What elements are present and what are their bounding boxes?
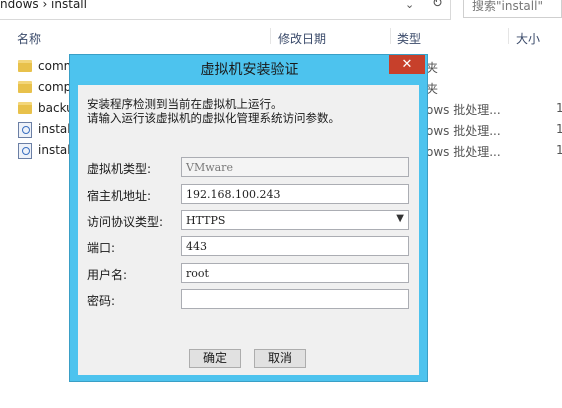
- file-size: 1: [556, 143, 562, 157]
- host-address-field[interactable]: 192.168.100.243: [181, 184, 409, 204]
- file-type: ows 批处理...: [426, 124, 501, 138]
- file-type: ows 批处理...: [426, 145, 501, 159]
- column-header-size[interactable]: 大小: [516, 30, 540, 47]
- batch-file-icon: [18, 143, 32, 159]
- folder-icon: [18, 81, 32, 93]
- column-header-name[interactable]: 名称: [17, 30, 41, 47]
- protocol-value: HTTPS: [186, 214, 226, 227]
- dialog-body: 安装程序检测到当前在虚拟机上运行。 请输入运行该虚拟机的虚拟化管理系统访问参数。…: [78, 85, 419, 375]
- port-label: 端口:: [87, 241, 116, 255]
- folder-icon: [18, 102, 32, 114]
- password-label: 密码:: [87, 294, 116, 308]
- column-header-type[interactable]: 类型: [397, 30, 421, 47]
- file-size: 1: [556, 122, 562, 136]
- column-divider[interactable]: [508, 28, 509, 44]
- vm-verification-dialog: 虚拟机安装验证 ✕ 安装程序检测到当前在虚拟机上运行。 请输入运行该虚拟机的虚拟…: [69, 54, 428, 382]
- file-type: ows 批处理...: [426, 103, 501, 117]
- username-label: 用户名:: [87, 268, 128, 282]
- address-path: ndows › install: [0, 0, 87, 11]
- info-message-line-2: 请输入运行该虚拟机的虚拟化管理系统访问参数。: [87, 111, 340, 125]
- file-name: instal: [38, 143, 71, 157]
- vm-type-field: VMware: [181, 157, 409, 177]
- column-header-modified[interactable]: 修改日期: [278, 30, 326, 47]
- ok-button[interactable]: 确定: [189, 349, 241, 368]
- search-placeholder: 搜索"install": [472, 0, 543, 13]
- close-button[interactable]: ✕: [389, 55, 425, 74]
- address-bar[interactable]: ndows › install ⌄ ↻: [0, 0, 451, 20]
- column-divider[interactable]: [270, 28, 271, 44]
- password-field[interactable]: [181, 289, 409, 309]
- batch-file-icon: [18, 122, 32, 138]
- username-field[interactable]: root: [181, 263, 409, 283]
- search-input[interactable]: 搜索"install": [463, 0, 562, 18]
- folder-icon: [18, 60, 32, 72]
- file-name: comp: [38, 80, 72, 94]
- protocol-label: 访问协议类型:: [87, 215, 164, 229]
- column-divider[interactable]: [390, 28, 391, 44]
- chevron-down-icon[interactable]: ⌄: [405, 0, 414, 11]
- port-field[interactable]: 443: [181, 236, 409, 256]
- chevron-down-icon[interactable]: ▼: [396, 213, 404, 224]
- protocol-select[interactable]: HTTPS ▼: [181, 210, 409, 230]
- dialog-title: 虚拟机安装验证: [200, 62, 299, 78]
- host-address-label: 宿主机地址:: [87, 189, 152, 203]
- cancel-button[interactable]: 取消: [254, 349, 306, 368]
- refresh-icon[interactable]: ↻: [432, 0, 443, 11]
- file-size: 1: [556, 101, 562, 115]
- vm-type-label: 虚拟机类型:: [87, 162, 152, 176]
- file-name: instal: [38, 122, 71, 136]
